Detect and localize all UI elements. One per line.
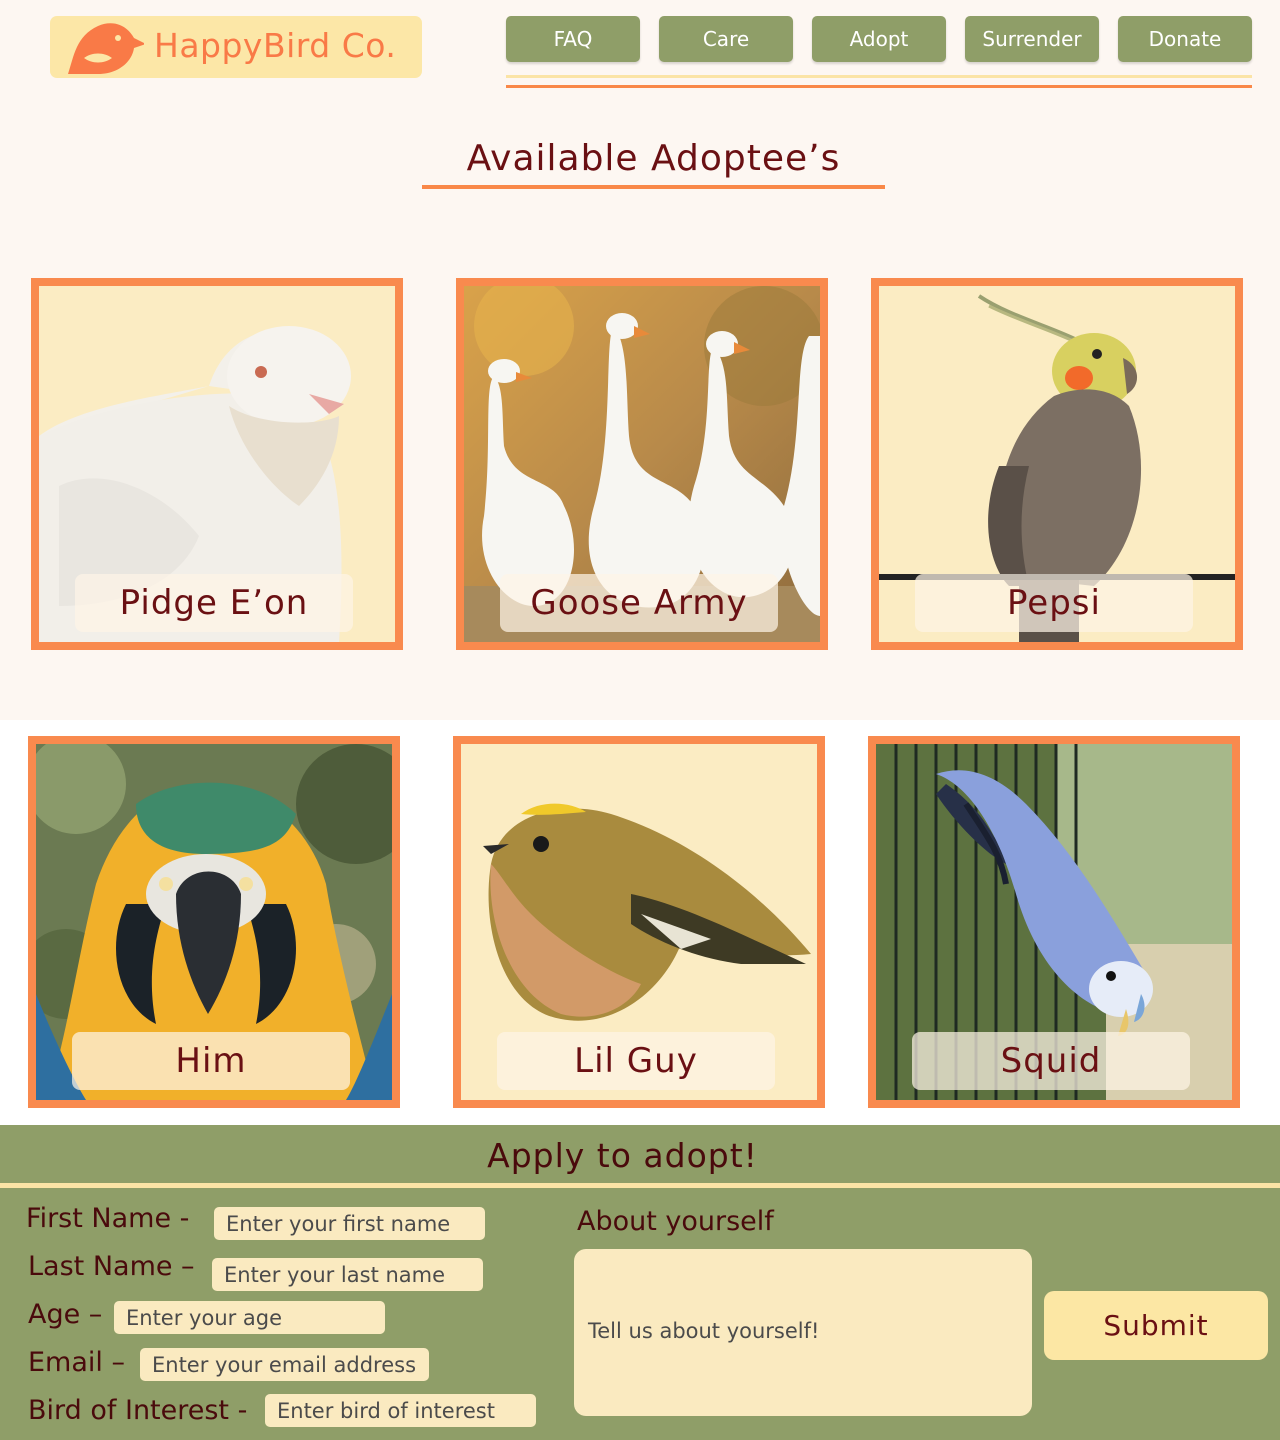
page-title: Available Adoptee’s — [466, 138, 841, 179]
email-input[interactable] — [140, 1348, 429, 1381]
bird-name-label: Pidge E’on — [75, 574, 353, 632]
nav-surrender-button[interactable]: Surrender — [965, 16, 1099, 62]
nav-divider-cream — [506, 75, 1252, 78]
first-name-input[interactable] — [214, 1207, 485, 1240]
main-nav: FAQ Care Adopt Surrender Donate — [506, 16, 1252, 64]
form-title: Apply to adopt! — [487, 1136, 758, 1175]
about-yourself-label: About yourself — [577, 1206, 774, 1237]
nav-donate-button[interactable]: Donate — [1118, 16, 1252, 62]
bird-name-label: Squid — [912, 1032, 1190, 1090]
submit-button[interactable]: Submit — [1044, 1291, 1268, 1360]
bird-card-squid[interactable]: Squid — [868, 736, 1240, 1108]
bird-card-him[interactable]: Him — [28, 736, 400, 1108]
nav-divider-orange — [506, 85, 1252, 88]
title-underline — [422, 185, 885, 189]
bird-logo-icon — [68, 23, 144, 74]
nav-faq-button[interactable]: FAQ — [506, 16, 640, 62]
about-yourself-textarea[interactable] — [574, 1249, 1032, 1416]
email-label: Email – — [28, 1347, 125, 1378]
last-name-input[interactable] — [212, 1258, 483, 1291]
nav-adopt-button[interactable]: Adopt — [812, 16, 946, 62]
bird-name-label: Pepsi — [915, 574, 1193, 632]
bird-name-label: Him — [72, 1032, 350, 1090]
nav-care-button[interactable]: Care — [659, 16, 793, 62]
brand-name: HappyBird Co. — [154, 26, 397, 65]
first-name-label: First Name - — [26, 1203, 190, 1234]
form-divider — [0, 1183, 1280, 1188]
age-label: Age – — [28, 1299, 103, 1330]
age-input[interactable] — [114, 1301, 385, 1334]
bird-name-label: Goose Army — [500, 574, 778, 632]
logo[interactable]: HappyBird Co. — [50, 16, 422, 78]
bird-card-goose-army[interactable]: Goose Army — [456, 278, 828, 650]
bird-card-pepsi[interactable]: Pepsi — [871, 278, 1243, 650]
bird-card-pidge-eon[interactable]: Pidge E’on — [31, 278, 403, 650]
bird-of-interest-label: Bird of Interest - — [28, 1395, 248, 1426]
bird-name-label: Lil Guy — [497, 1032, 775, 1090]
bird-card-lil-guy[interactable]: Lil Guy — [453, 736, 825, 1108]
last-name-label: Last Name – — [28, 1251, 195, 1282]
bird-of-interest-input[interactable] — [265, 1394, 536, 1427]
